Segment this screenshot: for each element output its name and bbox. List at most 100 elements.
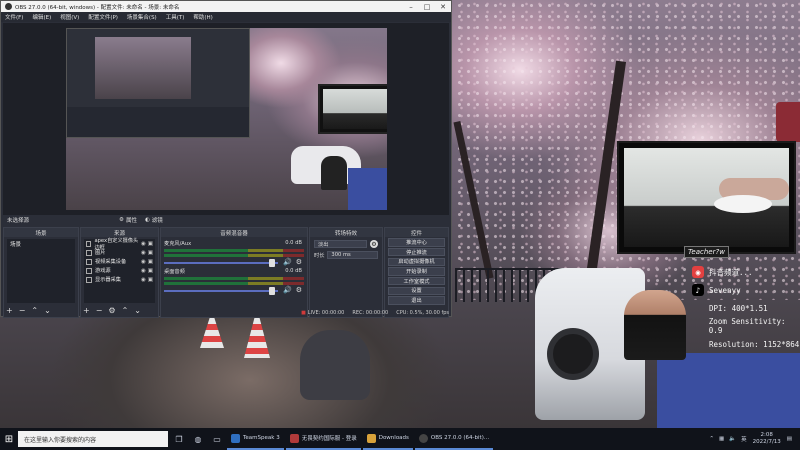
fader-knob[interactable]: [268, 259, 275, 267]
source-type-icon: [86, 267, 92, 274]
folder-icon[interactable]: ▭: [209, 431, 225, 447]
windows-start-icon[interactable]: ⊞: [0, 428, 18, 450]
menu-tools[interactable]: 工具(T): [166, 13, 185, 21]
volume-fader[interactable]: 🔊 ⚙: [164, 286, 304, 295]
language-indicator[interactable]: 英: [741, 435, 747, 443]
controls-dock: 控件 推流中心 停止推流 启动虚拟摄像机 开始录制 工作室模式 设置 退出: [384, 227, 449, 318]
clock[interactable]: 2:08 2022/7/13: [753, 432, 781, 446]
taskbar-app[interactable]: OBS 27.0.0 (64-bit)...: [414, 428, 494, 450]
lock-icon[interactable]: ▣: [148, 268, 153, 274]
start-recording-button[interactable]: 开始录制: [388, 267, 445, 276]
webcam-overlay: [617, 141, 796, 254]
audio-mixer-dock: 音频混音器 麦克风/Aux 0.0 dB 🔊 ⚙ 桌面音频 0.0 dB 🔊 ⚙: [160, 227, 308, 318]
speaker-icon[interactable]: 🔊: [283, 258, 292, 266]
settings-button[interactable]: 设置: [388, 286, 445, 296]
duration-label: 时长: [314, 252, 325, 259]
taskbar-app-label: TeamSpeak 3: [243, 435, 280, 441]
eye-icon[interactable]: ◉: [141, 268, 146, 274]
eye-icon[interactable]: ◉: [141, 250, 146, 256]
source-label: 游戏源: [95, 268, 111, 274]
taskbar-search-input[interactable]: 在这里输入你要搜索的内容: [18, 431, 168, 447]
volume-icon[interactable]: 🔈: [729, 436, 736, 442]
filter-icon[interactable]: ◐: [145, 217, 150, 223]
desktop-wallpaper: Teacher?w ◉ 抖音频道... ♪ Sevenyy DPI: 400*1.5…: [0, 0, 800, 428]
taskbar-app[interactable]: 无畏契约国际服 - 登录: [285, 428, 361, 450]
taskbar-app[interactable]: TeamSpeak 3: [227, 428, 284, 450]
menu-edit[interactable]: 编辑(E): [32, 13, 51, 21]
transition-select[interactable]: 淡出: [314, 240, 367, 248]
transition-duration-row: 时长 300 ms: [314, 251, 378, 259]
clock-date: 2022/7/13: [752, 439, 781, 445]
menu-profile[interactable]: 配置文件(P): [88, 13, 118, 21]
filters-button[interactable]: 滤镜: [152, 216, 163, 224]
browser-icon[interactable]: ◍: [190, 431, 206, 447]
taskbar-app[interactable]: Downloads: [362, 428, 413, 450]
properties-button[interactable]: 属性: [126, 216, 137, 224]
stop-streaming-button[interactable]: 停止推流: [388, 247, 445, 257]
eye-icon[interactable]: ◉: [141, 241, 146, 247]
source-item[interactable]: 显示器采集 ◉ ▣: [84, 275, 155, 284]
blue-box: [657, 353, 800, 428]
stream-center-button[interactable]: 推流中心: [388, 238, 445, 247]
fader-knob[interactable]: [268, 287, 275, 295]
lock-icon[interactable]: ▣: [148, 277, 153, 283]
info-text: DPI: 400*1.51: [709, 303, 768, 313]
clock-time: 2:08: [760, 432, 773, 438]
menu-scene-collection[interactable]: 场景集合(S): [127, 13, 157, 21]
speaker-icon[interactable]: 🔊: [283, 286, 292, 294]
obs-titlebar[interactable]: OBS 27.0.0 (64-bit, windows) - 配置文件: 未命名…: [1, 1, 451, 12]
taskbar: ⊞ 在这里输入你要搜索的内容 ❐ ◍ ▭ TeamSpeak 3 无畏契约国际服…: [0, 428, 800, 450]
studio-mode-button[interactable]: 工作室模式: [388, 276, 445, 286]
source-type-icon: [86, 249, 92, 256]
eye-icon[interactable]: ◉: [141, 259, 146, 265]
taskbar-app-label: 无畏契约国际服 - 登录: [301, 436, 357, 442]
volume-meter: [164, 277, 304, 280]
info-text: Resolution: 1152*864: [709, 339, 800, 349]
network-icon[interactable]: ▦: [719, 436, 724, 442]
source-type-icon: [86, 276, 92, 283]
source-item[interactable]: apex自定义摄像头边框 ◉ ▣: [84, 238, 155, 251]
fader-track: [164, 290, 278, 292]
task-view-icon[interactable]: ❐: [171, 431, 187, 447]
mixer-dock-title: 音频混音器: [161, 228, 307, 237]
scene-item[interactable]: 场景: [7, 239, 75, 248]
taskbar-app-label: OBS 27.0.0 (64-bit)...: [430, 435, 490, 441]
info-text: 抖音频道...: [709, 267, 753, 277]
gear-icon[interactable]: ⚙: [296, 286, 302, 294]
exit-button[interactable]: 退出: [388, 296, 445, 305]
gear-icon[interactable]: ⚙: [296, 258, 302, 266]
virtual-camera-button[interactable]: 启动虚拟摄像机: [388, 257, 445, 267]
info-text: Zoom Sensitivity: 0.9: [708, 317, 786, 335]
scenes-dock: 场景 场景 + − ⌃ ⌄: [3, 227, 79, 318]
preview-blue-box: [348, 168, 387, 210]
obs-logo-icon: [5, 3, 12, 10]
minimize-icon[interactable]: –: [403, 3, 419, 11]
lock-icon[interactable]: ▣: [148, 241, 153, 247]
menu-view[interactable]: 视图(V): [60, 13, 79, 21]
source-item[interactable]: 视频采集设备 ◉ ▣: [84, 257, 155, 266]
obs-window: OBS 27.0.0 (64-bit, windows) - 配置文件: 未命名…: [0, 0, 452, 318]
notification-icon[interactable]: ▤: [787, 436, 792, 442]
source-item[interactable]: 游戏源 ◉ ▣: [84, 266, 155, 275]
duration-input[interactable]: 300 ms: [327, 251, 378, 259]
valorant-icon: [289, 433, 299, 443]
volume-fader[interactable]: 🔊 ⚙: [164, 258, 304, 267]
gear-icon[interactable]: ⚙: [119, 217, 124, 223]
menu-help[interactable]: 帮助(H): [193, 13, 212, 21]
lock-icon[interactable]: ▣: [148, 259, 153, 265]
tray-up-arrow-icon[interactable]: ⌃: [709, 436, 714, 442]
close-icon[interactable]: ✕: [435, 3, 451, 11]
info-text: Sevenyy: [709, 285, 741, 295]
sources-list: apex自定义摄像头边框 ◉ ▣ 图片 ◉ ▣ 视频采集设备 ◉ ▣ 游戏源 ◉ ▣ 显示器采集…: [84, 238, 155, 303]
maximize-icon[interactable]: □: [419, 3, 435, 11]
transition-type-row: 淡出 ⚙: [314, 240, 378, 248]
eye-icon[interactable]: ◉: [141, 277, 146, 283]
traffic-cone: [200, 318, 224, 348]
menu-file[interactable]: 文件(F): [5, 13, 23, 21]
volume-meter: [164, 254, 304, 257]
lock-icon[interactable]: ▣: [148, 250, 153, 256]
gear-icon[interactable]: ⚙: [370, 240, 378, 248]
dpi-icon: [692, 302, 704, 314]
preview-area[interactable]: [3, 23, 449, 215]
preview-canvas[interactable]: [66, 28, 387, 210]
